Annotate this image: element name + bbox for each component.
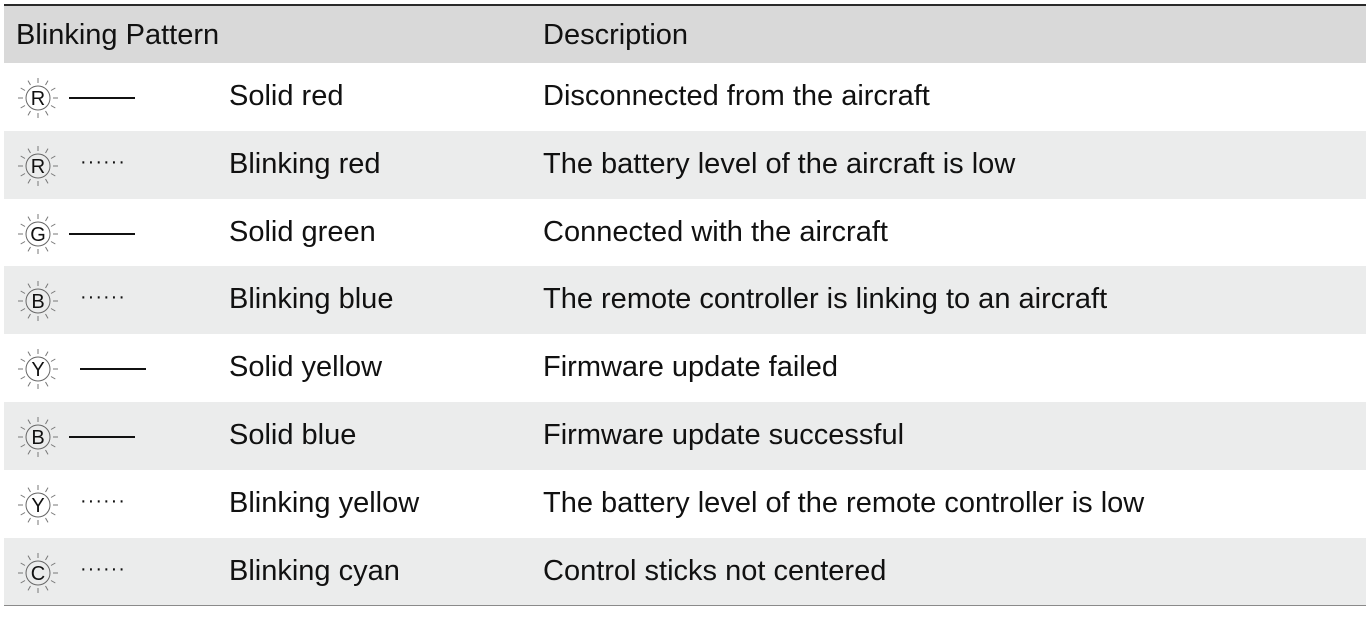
pattern-label: Solid red xyxy=(229,80,344,112)
description-text: The battery level of the remote controll… xyxy=(543,486,1145,519)
led-light-icon: G xyxy=(18,213,58,254)
solid-line-indicator xyxy=(80,368,146,371)
dotted-line-indicator: ······ xyxy=(80,286,126,309)
solid-line-indicator xyxy=(69,232,135,235)
led-letter: G xyxy=(30,224,46,246)
led-letter: R xyxy=(31,156,45,178)
pattern-label: Solid green xyxy=(229,215,376,248)
description-text: The battery level of the aircraft is low xyxy=(543,147,1016,180)
pattern-label: Blinking yellow xyxy=(229,486,420,519)
table-row: B ······ Blinking blue The remote controlle… xyxy=(4,266,1366,335)
led-letter: Y xyxy=(31,359,44,381)
table-row: R Solid red Disconnected from the aircraft xyxy=(4,63,1366,131)
dotted-line-indicator: ······ xyxy=(80,489,126,512)
pattern-label: Blinking cyan xyxy=(229,554,400,587)
description-text: Firmware update failed xyxy=(543,351,838,384)
pattern-label: Blinking red xyxy=(229,147,381,180)
pattern-label: Blinking blue xyxy=(229,283,394,316)
led-light-icon: R xyxy=(18,145,58,186)
led-light-icon: B xyxy=(18,416,58,457)
dotted-line-indicator: ······ xyxy=(80,557,126,580)
description-text: Connected with the aircraft xyxy=(543,215,888,248)
led-letter: Y xyxy=(31,495,44,517)
table-row: C ······ Blinking cyan Control sticks not c… xyxy=(4,537,1366,606)
description-text: Control sticks not centered xyxy=(543,554,887,587)
header-description: Description xyxy=(543,19,689,51)
description-text: Firmware update successful xyxy=(543,418,905,451)
table-row: Y ······ Blinking yellow The battery level … xyxy=(4,470,1366,538)
table-header: Blinking Pattern Description xyxy=(4,6,1366,63)
pattern-label: Solid blue xyxy=(229,418,357,451)
table-row: R ······ Blinking red The battery level of … xyxy=(4,130,1366,199)
led-status-table: Blinking Pattern Description R Solid red D… xyxy=(4,4,1366,607)
led-letter: B xyxy=(31,427,44,449)
led-letter: C xyxy=(31,563,45,585)
led-light-icon: R xyxy=(18,78,58,118)
table-row: B Solid blue Firmware update successful xyxy=(4,401,1366,470)
description-text: Disconnected from the aircraft xyxy=(543,80,930,112)
led-light-icon: Y xyxy=(18,349,58,390)
led-letter: R xyxy=(31,88,45,110)
solid-line-indicator xyxy=(69,435,135,438)
pattern-label: Solid yellow xyxy=(229,351,383,384)
solid-line-indicator xyxy=(69,97,135,99)
led-light-icon: B xyxy=(18,281,58,322)
header-blinking-pattern: Blinking Pattern xyxy=(16,19,220,51)
led-letter: B xyxy=(31,291,44,313)
table-row: G Solid green Connected with the aircraft xyxy=(4,199,1366,267)
led-light-icon: C xyxy=(18,552,58,593)
led-light-icon: Y xyxy=(18,484,58,525)
table-row: Y Solid yellow Firmware update failed xyxy=(4,334,1366,402)
dotted-line-indicator: ······ xyxy=(80,150,126,173)
description-text: The remote controller is linking to an a… xyxy=(543,283,1108,316)
